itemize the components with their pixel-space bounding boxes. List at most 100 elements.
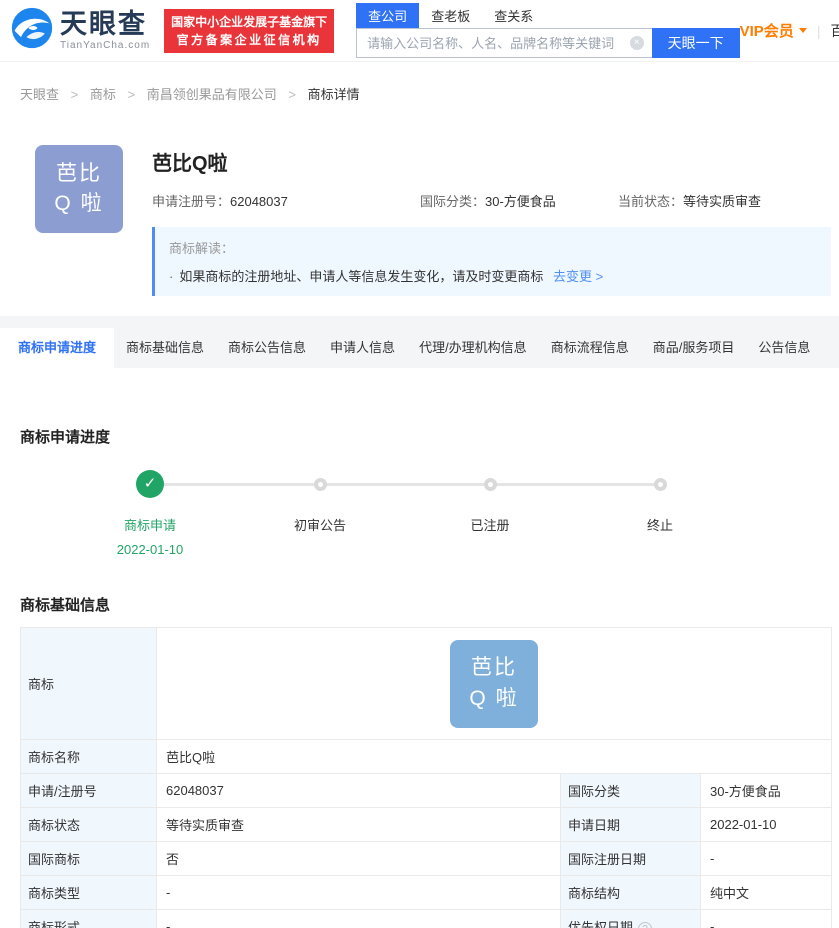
reg-number-label: 申请注册号： [152,194,231,209]
search-tab-company[interactable]: 查公司 [356,3,420,28]
trademark-image-text1: 芭比 [56,161,102,185]
row-value: - [699,909,833,928]
tip-bullet: · [169,269,174,284]
table-row: 商标 芭比 Q 啦 [20,627,833,740]
tab-basic-info[interactable]: 商标基础信息 [114,328,216,368]
row-label: 申请/注册号 [20,773,157,808]
progress-step-registered: 已注册 [405,470,575,557]
intl-class-label: 国际分类： [420,194,486,209]
row-label: 申请日期 [560,807,701,842]
topbar-clipped-text: 百 [830,22,839,39]
trademark-header-card: 芭比 Q 啦 芭比Q啦 申请注册号：62048037 国际分类：30-方便食品 … [0,119,839,316]
basic-info-section-title: 商标基础信息 [20,597,111,614]
breadcrumb-current: 商标详情 [307,87,360,102]
table-row: 商标形式 - 优先权日期? - [20,909,833,928]
caret-down-icon [798,28,807,33]
tab-agency-info[interactable]: 代理/办理机构信息 [407,328,539,368]
tianyancha-logo-icon [10,6,54,55]
tab-applicant-info[interactable]: 申请人信息 [318,328,407,368]
step-label: 商标申请 [123,518,176,533]
tab-application-progress[interactable]: 商标申请进度 [0,328,115,368]
pending-circle-icon [483,477,497,491]
clear-icon[interactable]: × [629,36,644,50]
table-row: 国际商标 否 国际注册日期 - [20,841,833,876]
table-row: 商标名称 芭比Q啦 [20,739,833,774]
row-label: 国际分类 [560,773,701,808]
row-label: 商标状态 [20,807,157,842]
check-circle-icon: ✓ [136,470,164,498]
progress-section-title: 商标申请进度 [20,429,111,446]
breadcrumb-separator: > [70,87,79,102]
breadcrumb-home[interactable]: 天眼查 [20,87,59,102]
search-button[interactable]: 天眼一下 [651,28,740,58]
table-row: 商标状态 等待实质审查 申请日期 2022-01-10 [20,807,833,842]
tab-goods-services[interactable]: 商品/服务项目 [641,328,747,368]
breadcrumb-separator: > [288,87,296,102]
badge-line2: 官方备案企业征信机构 [176,32,322,47]
trademark-image-text2: Q 啦 [469,686,519,710]
step-label: 初审公告 [293,518,346,533]
row-value: 2022-01-10 [699,807,833,842]
row-label: 国际商标 [20,841,157,876]
intl-class-value: 30-方便食品 [485,194,556,209]
breadcrumb-separator: > [127,87,136,102]
table-row: 申请/注册号 62048037 国际分类 30-方便食品 [20,773,833,808]
search-input[interactable] [356,28,652,58]
progress-timeline: ✓ 商标申请 2022-01-10 初审公告 已注册 终止 [0,470,839,557]
tianyancha-logo[interactable]: 天眼查 TianYanCha.com [10,6,150,55]
progress-step-preliminary: 初审公告 [235,470,405,557]
search-tabs: 查公司 查老板 查关系 [356,3,739,28]
search-tab-boss[interactable]: 查老板 [419,3,482,28]
trademark-image: 芭比 Q 啦 [450,639,539,728]
search-area: 查公司 查老板 查关系 × 天眼一下 [356,3,740,58]
topbar-divider: | [816,22,821,39]
tab-announcement-info[interactable]: 商标公告信息 [216,328,318,368]
tab-gazette-info[interactable]: 公告信息 [746,328,822,368]
row-label: 国际注册日期 [560,841,701,876]
progress-step-terminated: 终止 [575,470,745,557]
tip-text: 如果商标的注册地址、申请人等信息发生变化，请及时变更商标 [179,269,544,284]
pending-circle-icon [653,477,667,491]
row-label: 优先权日期? [560,909,701,928]
breadcrumb-company[interactable]: 南昌领创果品有限公司 [147,87,277,102]
step-date: 2022-01-10 [116,542,184,557]
trademark-image-text1: 芭比 [471,656,518,680]
row-value: 否 [156,841,561,876]
logo-domain: TianYanCha.com [60,39,151,51]
row-value: 芭比Q啦 [155,739,833,774]
basic-info-table: 商标 芭比 Q 啦 商标名称 芭比Q啦 申请/注册号 62048037 国际分类… [20,627,833,928]
logo-title: 天眼查 [60,8,147,39]
progress-step-applied: ✓ 商标申请 2022-01-10 [65,470,235,557]
pending-circle-icon [313,477,327,491]
vip-member-button[interactable]: VIP会员 [740,20,807,41]
tip-title: 商标解读： [169,241,235,256]
row-value: 纯中文 [699,875,833,910]
certification-badge: 国家中小企业发展子基金旗下 官方备案企业征信机构 [164,8,335,53]
row-label: 商标形式 [20,909,157,928]
trademark-info-line: 申请注册号：62048037 国际分类：30-方便食品 当前状态：等待实质审查 [152,191,831,210]
row-label: 商标 [20,627,157,740]
change-trademark-link[interactable]: 去变更 > [553,269,603,284]
row-value: 30-方便食品 [699,773,833,808]
top-navbar: 天眼查 TianYanCha.com 国家中小企业发展子基金旗下 官方备案企业征… [0,0,839,62]
reg-number-value: 62048037 [230,194,288,209]
help-icon[interactable]: ? [638,922,653,928]
step-label: 已注册 [470,518,510,533]
detail-tabbar: 商标申请进度 商标基础信息 商标公告信息 申请人信息 代理/办理机构信息 商标流… [0,328,839,368]
tab-process-info[interactable]: 商标流程信息 [539,328,641,368]
breadcrumb: 天眼查 > 商标 > 南昌领创果品有限公司 > 商标详情 [0,62,839,119]
breadcrumb-trademark[interactable]: 商标 [90,87,116,102]
step-label: 终止 [646,518,673,533]
row-label: 商标结构 [560,875,701,910]
page-title: 芭比Q啦 [152,153,228,175]
trademark-image: 芭比 Q 啦 [35,145,123,233]
search-tab-relation[interactable]: 查关系 [482,3,545,28]
row-value: 62048037 [156,773,561,808]
table-row: 商标类型 - 商标结构 纯中文 [20,875,833,910]
row-value: - [156,875,561,910]
row-label: 商标类型 [20,875,157,910]
current-status-value: 等待实质审查 [683,194,762,209]
tabbar-wrap: 商标申请进度 商标基础信息 商标公告信息 申请人信息 代理/办理机构信息 商标流… [0,316,839,368]
badge-line1: 国家中小企业发展子基金旗下 [171,14,328,29]
row-value: - [156,909,561,928]
